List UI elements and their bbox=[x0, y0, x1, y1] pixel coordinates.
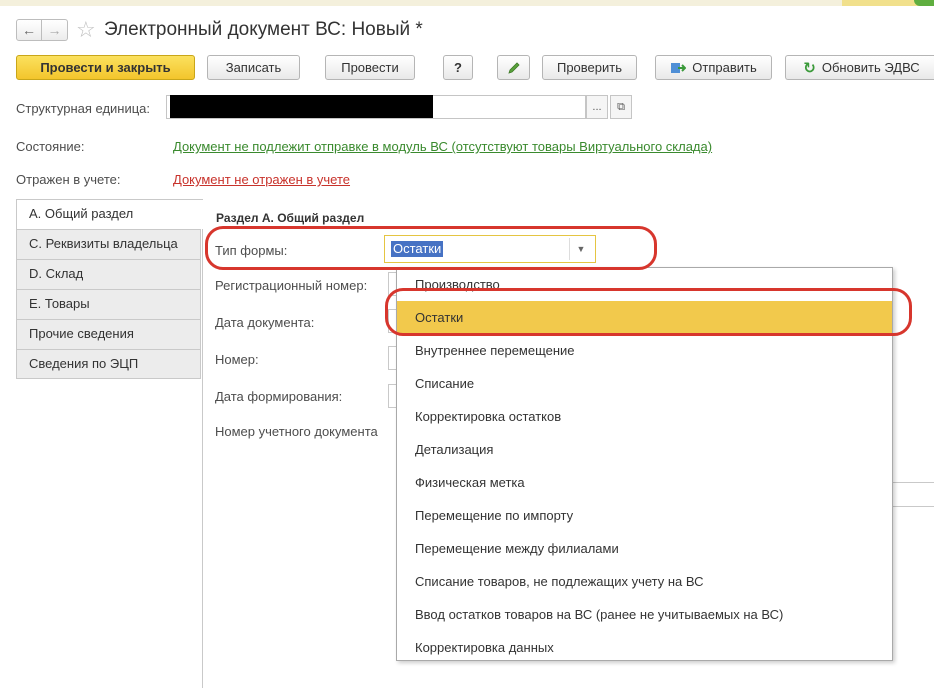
tab-general[interactable]: A. Общий раздел bbox=[16, 199, 203, 229]
struct-unit-label: Структурная единица: bbox=[16, 101, 151, 116]
posted-link[interactable]: Документ не отражен в учете bbox=[173, 172, 350, 188]
account-doc-number-label: Номер учетного документа bbox=[215, 424, 378, 439]
tab-warehouse[interactable]: D. Склад bbox=[16, 259, 201, 289]
pencil-icon bbox=[507, 61, 520, 74]
tab-signature-info[interactable]: Сведения по ЭЦП bbox=[16, 349, 201, 379]
section-title: Раздел А. Общий раздел bbox=[216, 211, 365, 225]
dropdown-option[interactable]: Детализация bbox=[397, 433, 892, 466]
post-label: Провести bbox=[341, 60, 399, 75]
reg-number-label: Регистрационный номер: bbox=[215, 278, 368, 293]
dropdown-option[interactable]: Списание товаров, не подлежащих учету на… bbox=[397, 565, 892, 598]
save-label: Записать bbox=[225, 60, 282, 75]
annotation-highlight bbox=[205, 226, 657, 270]
post-and-close-button[interactable]: Провести и закрыть bbox=[16, 55, 195, 80]
dropdown-option[interactable]: Списание bbox=[397, 367, 892, 400]
dropdown-option[interactable]: Перемещение по импорту bbox=[397, 499, 892, 532]
tab-goods[interactable]: E. Товары bbox=[16, 289, 201, 319]
top-strip bbox=[0, 0, 934, 6]
dropdown-option[interactable]: Ввод остатков товаров на ВС (ранее не уч… bbox=[397, 598, 892, 631]
refresh-edvs-button[interactable]: ↻ Обновить ЭДВС bbox=[785, 55, 934, 80]
check-label: Проверить bbox=[556, 60, 622, 75]
open-button[interactable]: ⧉ bbox=[610, 95, 632, 119]
send-icon bbox=[671, 62, 687, 73]
forward-button[interactable]: → bbox=[42, 19, 68, 41]
send-label: Отправить bbox=[692, 60, 757, 75]
help-button[interactable]: ? bbox=[443, 55, 473, 80]
arrow-left-icon: ← bbox=[22, 22, 36, 38]
edit-button[interactable] bbox=[497, 55, 530, 80]
tab-divider bbox=[202, 199, 203, 688]
dropdown-option[interactable]: Перемещение между филиалами bbox=[397, 532, 892, 565]
gen-date-label: Дата формирования: bbox=[215, 389, 343, 404]
dropdown-option[interactable]: Физическая метка bbox=[397, 466, 892, 499]
dropdown-option[interactable]: Корректировка остатков bbox=[397, 400, 892, 433]
open-icon: ⧉ bbox=[617, 100, 625, 113]
notification-indicator bbox=[914, 0, 934, 6]
refresh-label: Обновить ЭДВС bbox=[821, 60, 920, 75]
save-button[interactable]: Записать bbox=[207, 55, 300, 80]
send-button[interactable]: Отправить bbox=[655, 55, 772, 80]
number-label: Номер: bbox=[215, 352, 259, 367]
help-label: ? bbox=[454, 60, 462, 75]
window-title: Электронный документ ВС: Новый * bbox=[104, 19, 423, 40]
field-border bbox=[893, 482, 934, 483]
check-button[interactable]: Проверить bbox=[542, 55, 637, 80]
refresh-icon: ↻ bbox=[803, 59, 816, 77]
posted-label: Отражен в учете: bbox=[16, 172, 121, 187]
dropdown-option[interactable]: Внутреннее перемещение bbox=[397, 334, 892, 367]
dropdown-option[interactable]: Корректировка данных bbox=[397, 631, 892, 664]
state-label: Состояние: bbox=[16, 139, 85, 154]
tab-owner-details[interactable]: C. Реквизиты владельца bbox=[16, 229, 201, 259]
doc-date-label: Дата документа: bbox=[215, 315, 315, 330]
tab-other-info[interactable]: Прочие сведения bbox=[16, 319, 201, 349]
state-link[interactable]: Документ не подлежит отправке в модуль В… bbox=[173, 139, 712, 155]
redacted-value bbox=[170, 95, 433, 118]
back-button[interactable]: ← bbox=[16, 19, 42, 41]
arrow-right-icon: → bbox=[47, 22, 62, 38]
select-button[interactable]: ... bbox=[586, 95, 608, 119]
annotation-highlight bbox=[385, 288, 912, 336]
post-button[interactable]: Провести bbox=[325, 55, 415, 80]
post-and-close-label: Провести и закрыть bbox=[40, 60, 171, 75]
star-icon[interactable]: ☆ bbox=[76, 15, 96, 45]
field-border bbox=[893, 506, 934, 507]
